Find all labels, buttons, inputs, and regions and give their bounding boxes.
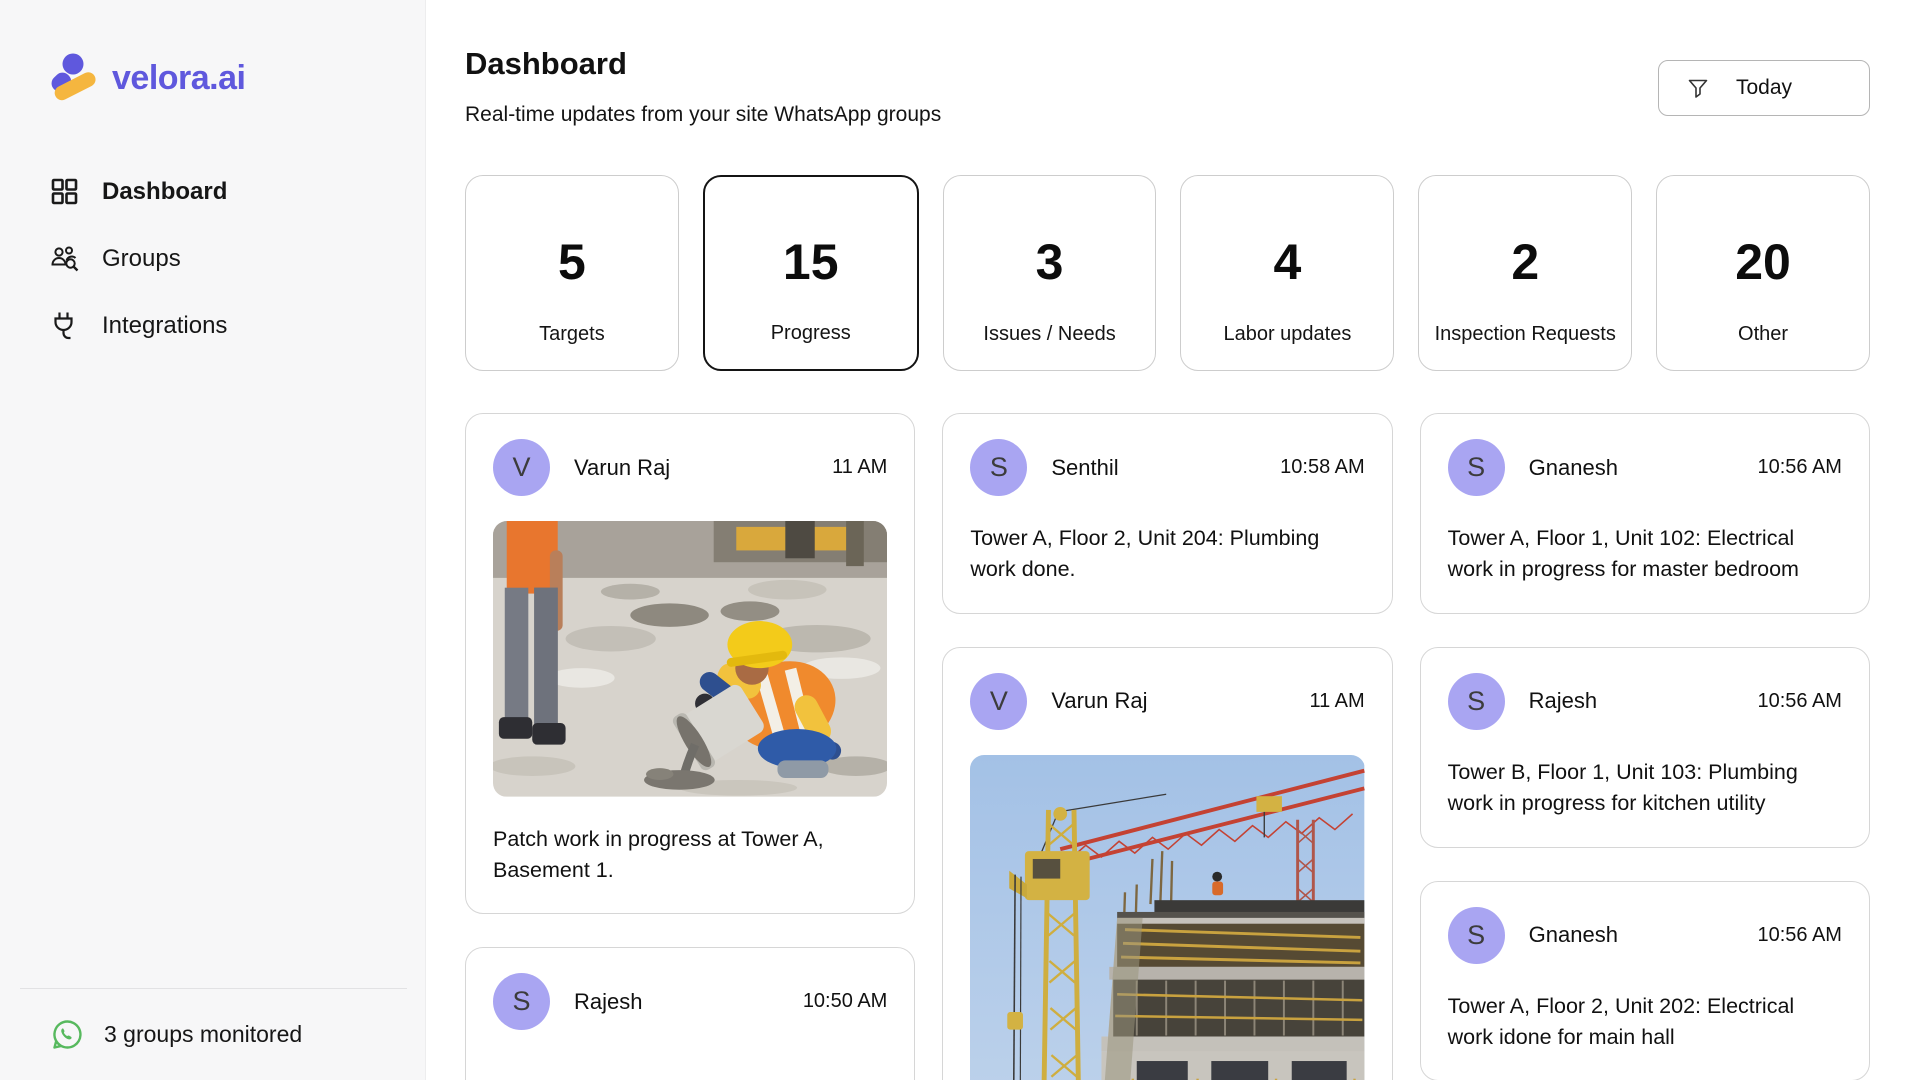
messages-column-1: V Varun Raj 11 AM (465, 413, 915, 1080)
message-header: S Rajesh 10:56 AM (1448, 673, 1842, 730)
message-time: 10:56 AM (1757, 456, 1842, 479)
message-header: V Varun Raj 11 AM (493, 439, 887, 496)
date-filter-label: Today (1736, 76, 1792, 100)
avatar: V (970, 673, 1027, 730)
funnel-icon (1687, 77, 1709, 99)
message-header: S Senthil 10:58 AM (970, 439, 1364, 496)
sidebar-item-dashboard[interactable]: Dashboard (49, 176, 383, 207)
whatsapp-icon (50, 1017, 85, 1052)
message-photo-crane-building (970, 755, 1364, 1080)
avatar: V (493, 439, 550, 496)
message-time: 11 AM (1309, 690, 1364, 713)
message-card[interactable]: V Varun Raj 11 AM (942, 647, 1392, 1080)
messages-grid: V Varun Raj 11 AM (465, 413, 1870, 1080)
sidebar-item-label: Dashboard (102, 178, 227, 206)
avatar: S (493, 973, 550, 1030)
stat-value: 15 (783, 233, 839, 291)
message-header: S Gnanesh 10:56 AM (1448, 907, 1842, 964)
sidebar-item-label: Groups (102, 245, 181, 273)
stat-label: Targets (466, 323, 678, 346)
stat-card-progress[interactable]: 15 Progress (703, 175, 919, 371)
message-photo-concrete-pour (493, 521, 887, 797)
message-text: Tower A, Floor 2, Unit 202: Electrical w… (1448, 991, 1842, 1054)
avatar: S (970, 439, 1027, 496)
page-title: Dashboard (465, 46, 941, 82)
app-window: velora.ai Dashboard (0, 0, 1920, 1080)
messages-column-2: S Senthil 10:58 AM Tower A, Floor 2, Uni… (942, 413, 1392, 1080)
brand-logo: velora.ai (49, 52, 383, 104)
groups-monitored-status: 3 groups monitored (104, 1021, 302, 1048)
message-text: Tower B, Floor 1, Unit 103: Plumbing wor… (1448, 757, 1842, 820)
message-text: Tower A, Floor 1, Unit 102: Electrical w… (1448, 523, 1842, 586)
message-header: V Varun Raj 11 AM (970, 673, 1364, 730)
message-text: Tower A, Floor 2, Unit 204: Plumbing wor… (970, 523, 1364, 586)
message-card[interactable]: S Gnanesh 10:56 AM Tower A, Floor 2, Uni… (1420, 881, 1870, 1080)
avatar: S (1448, 439, 1505, 496)
stat-card-targets[interactable]: 5 Targets (465, 175, 679, 371)
sender-name: Gnanesh (1529, 922, 1734, 948)
avatar: S (1448, 907, 1505, 964)
message-card[interactable]: V Varun Raj 11 AM (465, 413, 915, 914)
sender-name: Rajesh (574, 989, 779, 1015)
sidebar-item-integrations[interactable]: Integrations (49, 310, 383, 341)
page-header: Dashboard Real-time updates from your si… (465, 46, 1870, 127)
sidebar-item-groups[interactable]: Groups (49, 243, 383, 274)
avatar: S (1448, 673, 1505, 730)
stat-label: Progress (705, 322, 917, 345)
sidebar-nav: Dashboard Groups (49, 176, 383, 341)
page-subtitle: Real-time updates from your site WhatsAp… (465, 103, 941, 127)
message-card[interactable]: S Rajesh 10:56 AM Tower B, Floor 1, Unit… (1420, 647, 1870, 848)
message-time: 10:50 AM (803, 990, 888, 1013)
main-content: Dashboard Real-time updates from your si… (426, 0, 1920, 1080)
stat-card-other[interactable]: 20 Other (1656, 175, 1870, 371)
stat-value: 4 (1273, 233, 1301, 291)
sidebar: velora.ai Dashboard (0, 0, 426, 1080)
message-text: Patch work in progress at Tower A, Basem… (493, 824, 887, 887)
stat-value: 20 (1735, 233, 1791, 291)
stat-label: Labor updates (1181, 323, 1393, 346)
stat-label: Inspection Requests (1419, 323, 1631, 346)
groups-search-icon (49, 243, 80, 274)
message-time: 11 AM (832, 456, 887, 479)
stat-value: 5 (558, 233, 586, 291)
message-time: 10:56 AM (1757, 924, 1842, 947)
sidebar-footer: 3 groups monitored (20, 988, 407, 1080)
sender-name: Rajesh (1529, 688, 1734, 714)
sender-name: Varun Raj (574, 455, 808, 481)
stat-value: 3 (1036, 233, 1064, 291)
message-time: 10:58 AM (1280, 456, 1365, 479)
date-filter-button[interactable]: Today (1658, 60, 1870, 116)
stat-label: Issues / Needs (944, 323, 1156, 346)
message-time: 10:56 AM (1757, 690, 1842, 713)
messages-column-3: S Gnanesh 10:56 AM Tower A, Floor 1, Uni… (1420, 413, 1870, 1080)
sender-name: Senthil (1051, 455, 1256, 481)
message-header: S Rajesh 10:50 AM (493, 973, 887, 1030)
sidebar-item-label: Integrations (102, 312, 227, 340)
velora-logo-icon (49, 52, 101, 104)
stats-row: 5 Targets 15 Progress 3 Issues / Needs 4… (465, 175, 1870, 371)
brand-name: velora.ai (112, 59, 245, 98)
stat-value: 2 (1511, 233, 1539, 291)
dashboard-grid-icon (49, 176, 80, 207)
message-card[interactable]: S Rajesh 10:50 AM (465, 947, 915, 1080)
message-header: S Gnanesh 10:56 AM (1448, 439, 1842, 496)
stat-card-inspection-requests[interactable]: 2 Inspection Requests (1418, 175, 1632, 371)
stat-label: Other (1657, 323, 1869, 346)
sender-name: Varun Raj (1051, 688, 1285, 714)
sender-name: Gnanesh (1529, 455, 1734, 481)
message-card[interactable]: S Senthil 10:58 AM Tower A, Floor 2, Uni… (942, 413, 1392, 614)
stat-card-issues-needs[interactable]: 3 Issues / Needs (943, 175, 1157, 371)
stat-card-labor-updates[interactable]: 4 Labor updates (1180, 175, 1394, 371)
page-header-text: Dashboard Real-time updates from your si… (465, 46, 941, 127)
plug-icon (49, 310, 80, 341)
message-card[interactable]: S Gnanesh 10:56 AM Tower A, Floor 1, Uni… (1420, 413, 1870, 614)
